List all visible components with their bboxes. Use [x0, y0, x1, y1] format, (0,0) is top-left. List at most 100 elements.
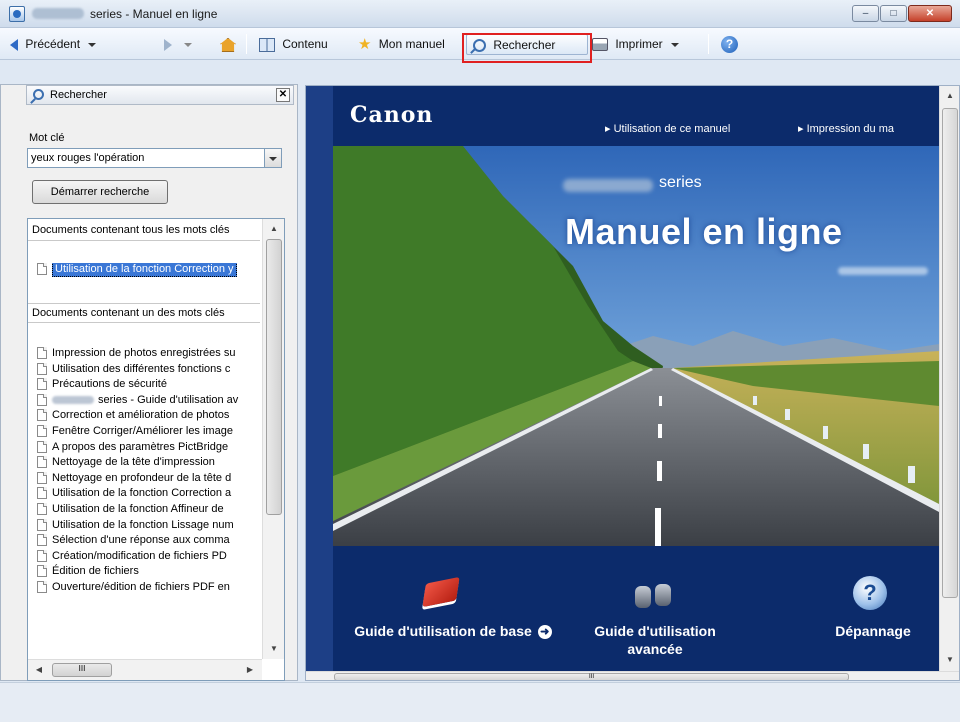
results-vertical-scrollbar[interactable]: ▲ ▼: [262, 219, 284, 659]
search-button-highlight: [462, 33, 592, 63]
result-label: Utilisation des différentes fonctions c: [52, 362, 231, 375]
document-icon: [37, 581, 47, 593]
series-model-redacted: [563, 179, 653, 192]
result-list-item[interactable]: Précautions de sécurité: [37, 377, 261, 393]
forward-button[interactable]: [164, 34, 193, 55]
chevron-down-icon: [184, 42, 193, 47]
result-list-item[interactable]: Création/modification de fichiers PD: [37, 549, 261, 565]
results-hscroll-thumb[interactable]: III: [52, 663, 112, 677]
result-label: Utilisation de la fonction Correction a: [52, 487, 232, 500]
content-vertical-scrollbar[interactable]: ▲ ▼: [939, 86, 959, 671]
canon-logo: Canon: [350, 102, 434, 128]
result-list-item[interactable]: Édition de fichiers: [37, 564, 261, 580]
section-any-keyword: Documents contenant un des mots clés: [28, 303, 260, 323]
content-hscroll-thumb[interactable]: III: [334, 673, 849, 680]
result-label: Précautions de sécurité: [52, 378, 167, 391]
manual-header: Canon ▸ Utilisation de ce manuel ▸ Impre…: [333, 86, 939, 146]
scroll-left-arrow[interactable]: ◀: [31, 662, 47, 678]
maximize-button[interactable]: □: [880, 5, 907, 22]
content-horizontal-scrollbar[interactable]: III: [306, 671, 959, 680]
contents-label: Contenu: [282, 37, 328, 51]
document-icon: [37, 440, 47, 453]
printer-icon: [592, 38, 608, 52]
forward-arrow-icon: [164, 38, 172, 51]
result-list-item[interactable]: Utilisation de la fonction Correction a: [37, 486, 261, 502]
result-list-item[interactable]: Utilisation de la fonction Lissage num: [37, 518, 261, 534]
result-list-item[interactable]: Nettoyage en profondeur de la tête d: [37, 471, 261, 487]
document-icon: [37, 456, 47, 469]
book-icon: [422, 576, 460, 608]
document-icon: [37, 565, 47, 578]
document-icon: [37, 378, 47, 391]
close-window-button[interactable]: ✕: [908, 5, 952, 22]
result-label: A propos des paramètres PictBridge: [52, 440, 229, 453]
close-pane-button[interactable]: ✕: [276, 88, 290, 102]
results-scroll-thumb[interactable]: [266, 239, 282, 515]
link-print-label: Impression du ma: [806, 123, 895, 135]
result-list-item[interactable]: series - Guide d'utilisation av: [37, 393, 261, 409]
selected-result-label: Utilisation de la fonction Correction y: [52, 263, 237, 277]
content-side-strip: [306, 86, 333, 671]
print-button[interactable]: Imprimer: [592, 34, 680, 55]
star-icon: ★: [358, 35, 372, 53]
nav-troubleshooting[interactable]: ? Dépannage: [803, 574, 939, 640]
start-search-button[interactable]: Démarrer recherche: [32, 180, 168, 204]
scroll-right-arrow[interactable]: ▶: [242, 662, 258, 678]
result-list-item[interactable]: Impression de photos enregistrées su: [37, 346, 261, 362]
back-arrow-icon: [10, 38, 18, 51]
status-bar: [0, 682, 960, 722]
home-button[interactable]: [220, 34, 240, 55]
back-button[interactable]: Précédent: [10, 34, 97, 55]
toolbar-divider: [246, 34, 247, 54]
nav-advanced-guide[interactable]: Guide d'utilisation avancée: [565, 574, 745, 658]
keyword-input[interactable]: [27, 148, 265, 168]
search-pane-header: Rechercher ✕: [26, 85, 294, 105]
print-label: Imprimer: [615, 37, 663, 51]
document-icon: [37, 362, 47, 375]
result-list-item[interactable]: Fenêtre Corriger/Améliorer les image: [37, 424, 261, 440]
scroll-down-arrow[interactable]: ▼: [266, 641, 282, 657]
home-icon: [220, 37, 236, 52]
title-model-redacted: [32, 8, 84, 19]
selected-result[interactable]: Utilisation de la fonction Correction y: [37, 263, 259, 279]
link-usage[interactable]: ▸ Utilisation de ce manuel: [605, 122, 730, 135]
link-usage-label: Utilisation de ce manuel: [613, 123, 731, 135]
document-icon: [37, 534, 47, 547]
app-icon[interactable]: [9, 6, 25, 22]
series-label: series: [659, 174, 702, 191]
result-label: series - Guide d'utilisation av: [98, 393, 239, 406]
result-label: Utilisation de la fonction Lissage num: [52, 518, 234, 531]
result-list-item[interactable]: Correction et amélioration de photos: [37, 408, 261, 424]
search-icon: [33, 89, 44, 100]
document-icon: [37, 409, 47, 422]
scroll-up-arrow[interactable]: ▲: [266, 221, 282, 237]
link-print[interactable]: ▸ Impression du ma: [798, 122, 894, 135]
result-label: Sélection d'une réponse aux comma: [52, 534, 230, 547]
keyword-dropdown-button[interactable]: [264, 148, 282, 168]
help-button[interactable]: ?: [721, 34, 738, 55]
subtitle-redacted: [838, 267, 928, 275]
results-horizontal-scrollbar[interactable]: ◀ III ▶: [28, 659, 262, 680]
scroll-up-arrow[interactable]: ▲: [942, 88, 958, 104]
document-icon: [37, 393, 47, 406]
result-list-item[interactable]: A propos des paramètres PictBridge: [37, 440, 261, 456]
result-label: Fenêtre Corriger/Améliorer les image: [52, 424, 233, 437]
nav-trouble-label: Dépannage: [835, 623, 911, 639]
minimize-button[interactable]: –: [852, 5, 879, 22]
result-label: Impression de photos enregistrées su: [52, 347, 236, 359]
my-manual-button[interactable]: ★ Mon manuel: [358, 34, 445, 55]
manual-title: Manuel en ligne: [565, 211, 843, 252]
document-icon: [37, 471, 47, 484]
contents-button[interactable]: Contenu: [259, 34, 328, 55]
content-scroll-thumb[interactable]: [942, 108, 958, 598]
result-list-item[interactable]: Utilisation de la fonction Affineur de: [37, 502, 261, 518]
result-list-item[interactable]: Utilisation des différentes fonctions c: [37, 362, 261, 378]
chevron-down-icon: [269, 157, 277, 161]
help-icon: ?: [721, 36, 738, 53]
scroll-down-arrow[interactable]: ▼: [942, 652, 958, 668]
result-list-item[interactable]: Ouverture/édition de fichiers PDF en: [37, 580, 261, 596]
nav-basic-guide[interactable]: Guide d'utilisation de base ➜: [343, 574, 563, 640]
result-list-item[interactable]: Nettoyage de la tête d'impression: [37, 455, 261, 471]
result-list-item[interactable]: Sélection d'une réponse aux comma: [37, 533, 261, 549]
nav-advanced-label: Guide d'utilisation avancée: [594, 623, 716, 657]
